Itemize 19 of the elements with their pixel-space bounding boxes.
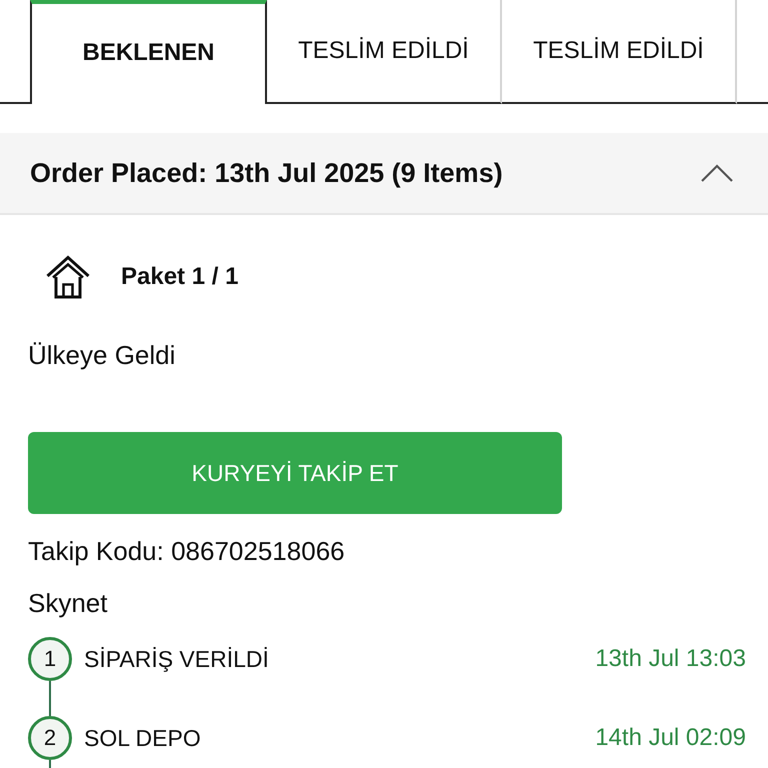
step-number: 2 bbox=[28, 716, 72, 760]
step-label: SOL DEPO bbox=[84, 724, 201, 752]
order-placed-title: Order Placed: 13th Jul 2025 (9 Items) bbox=[30, 158, 503, 188]
package-status: Ülkeye Geldi bbox=[28, 340, 176, 370]
step-time: 14th Jul 02:09 bbox=[595, 724, 746, 752]
tracking-code: Takip Kodu: 086702518066 bbox=[28, 536, 345, 566]
package-title: Paket 1 / 1 bbox=[121, 263, 238, 291]
order-status-tab[interactable]: TESLİM EDİLDİ bbox=[267, 0, 502, 104]
order-header[interactable]: Order Placed: 13th Jul 2025 (9 Items) bbox=[0, 133, 768, 215]
step-time: 13th Jul 13:03 bbox=[595, 645, 746, 673]
step-label: SİPARİŞ VERİLDİ bbox=[84, 646, 269, 672]
chevron-up-icon[interactable] bbox=[701, 164, 733, 182]
order-status-tab[interactable]: BEKLENEN bbox=[30, 0, 267, 104]
step-number: 1 bbox=[28, 637, 72, 681]
carrier-name: Skynet bbox=[28, 588, 108, 618]
timeline-connector bbox=[49, 681, 51, 716]
house-icon bbox=[46, 255, 90, 299]
order-status-tab[interactable]: TESLİM EDİLDİ bbox=[502, 0, 737, 104]
timeline-connector bbox=[49, 760, 51, 768]
